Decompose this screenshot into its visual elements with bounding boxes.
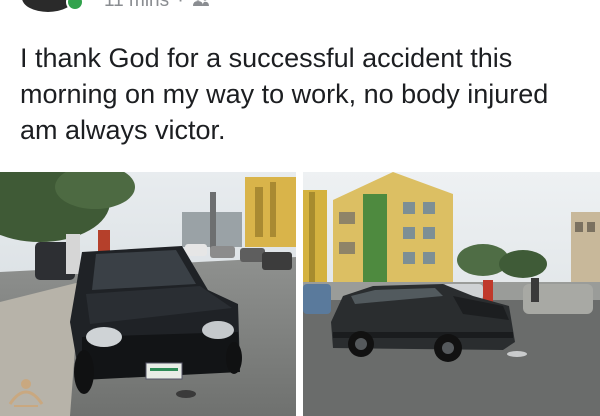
post-timestamp[interactable]: 11 mins <box>104 0 169 11</box>
post-header: 11 mins · <box>0 0 600 16</box>
post-meta: 11 mins · <box>104 0 210 12</box>
post-text: I thank God for a successful accident th… <box>20 43 549 145</box>
meta-separator: · <box>177 0 184 11</box>
car-side-photo <box>303 172 600 416</box>
watermark-logo <box>8 379 44 407</box>
online-status-icon <box>66 0 84 11</box>
facebook-post: 11 mins · I thank God for a successful a… <box>0 0 600 416</box>
friends-icon <box>193 0 210 6</box>
photo-car-side[interactable] <box>303 172 600 416</box>
